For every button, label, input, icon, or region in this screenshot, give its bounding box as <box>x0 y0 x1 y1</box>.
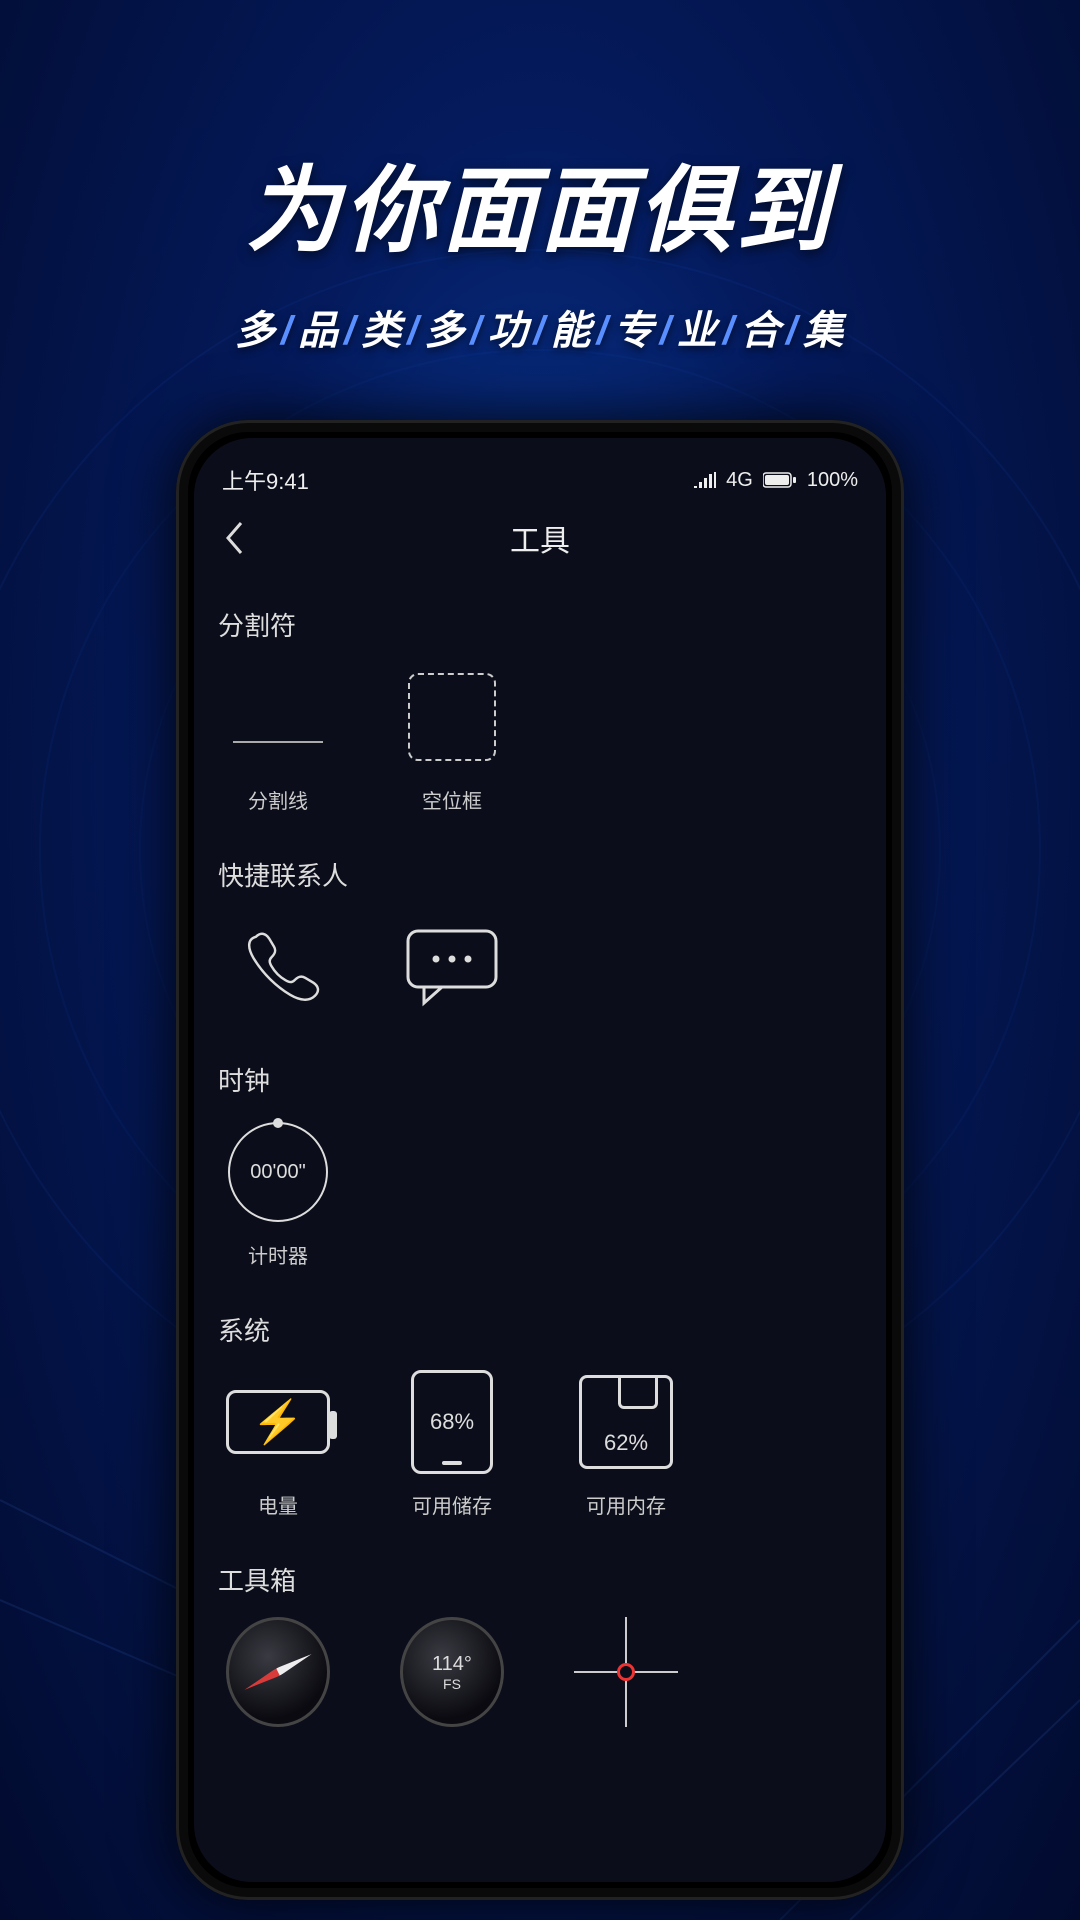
divider-line-icon <box>226 665 330 769</box>
heading-sub: FS <box>443 1676 461 1692</box>
section-label: 工具箱 <box>218 1561 862 1598</box>
phone-mockup: 上午9:41 4G 100% 工具 分割符 <box>176 420 904 1900</box>
tool-caption: 分割线 <box>248 785 308 814</box>
phone-screen: 上午9:41 4G 100% 工具 分割符 <box>194 438 886 1882</box>
section-label: 分割符 <box>218 606 862 643</box>
tool-phone[interactable] <box>218 915 338 1019</box>
heading-gauge-icon: 114° FS <box>400 1620 504 1724</box>
memory-value: 62% <box>604 1430 648 1456</box>
crosshair-icon <box>574 1620 678 1724</box>
section-contacts: 快捷联系人 <box>194 830 886 1035</box>
tool-divider-line[interactable]: 分割线 <box>218 665 338 814</box>
tool-timer[interactable]: 00'00" 计时器 <box>218 1120 338 1269</box>
timer-value: 00'00" <box>250 1161 305 1184</box>
section-toolbox: 工具箱 114° FS <box>194 1535 886 1740</box>
memory-icon: 62% <box>574 1370 678 1474</box>
section-label: 快捷联系人 <box>218 856 862 893</box>
tool-heading[interactable]: 114° FS <box>392 1620 512 1724</box>
tool-caption: 可用内存 <box>586 1490 666 1519</box>
tool-memory[interactable]: 62% 可用内存 <box>566 1370 686 1519</box>
storage-icon: 68% <box>400 1370 504 1474</box>
battery-status-icon <box>763 472 797 488</box>
tool-caption: 空位框 <box>422 785 482 814</box>
section-separator: 分割符 分割线 空位框 <box>194 580 886 830</box>
chevron-left-icon <box>224 521 244 555</box>
tool-crosshair[interactable] <box>566 1620 686 1724</box>
tool-compass[interactable] <box>218 1620 338 1724</box>
section-system: 系统 ⚡ 电量 68% 可用储存 <box>194 1285 886 1535</box>
message-icon <box>400 915 504 1019</box>
page-title: 工具 <box>254 516 826 560</box>
tool-caption: 电量 <box>258 1490 298 1519</box>
compass-icon <box>226 1620 330 1724</box>
tool-placeholder-box[interactable]: 空位框 <box>392 665 512 814</box>
stopwatch-icon: 00'00" <box>226 1120 330 1224</box>
bolt-icon: ⚡ <box>252 1398 304 1447</box>
app-header: 工具 <box>194 504 886 580</box>
status-battery: 100% <box>807 469 858 492</box>
back-button[interactable] <box>214 518 254 558</box>
tool-caption: 计时器 <box>248 1240 308 1269</box>
status-bar: 上午9:41 4G 100% <box>194 456 886 504</box>
storage-value: 68% <box>430 1409 474 1435</box>
status-network: 4G <box>726 469 753 492</box>
phone-icon <box>226 915 330 1019</box>
status-time: 上午9:41 <box>222 464 309 496</box>
section-label: 系统 <box>218 1311 862 1348</box>
tool-message[interactable] <box>392 915 512 1019</box>
hero-subtitle: 多/品/类/多/功/能/专/业/合/集 <box>0 298 1080 356</box>
tool-caption: 可用储存 <box>412 1490 492 1519</box>
section-clock: 时钟 00'00" 计时器 <box>194 1035 886 1285</box>
tool-battery[interactable]: ⚡ 电量 <box>218 1370 338 1519</box>
section-label: 时钟 <box>218 1061 862 1098</box>
signal-icon <box>694 472 716 488</box>
battery-icon: ⚡ <box>226 1370 330 1474</box>
placeholder-box-icon <box>400 665 504 769</box>
tool-storage[interactable]: 68% 可用储存 <box>392 1370 512 1519</box>
hero-title: 为你面面俱到 <box>0 135 1080 271</box>
heading-value: 114° <box>432 1653 472 1676</box>
